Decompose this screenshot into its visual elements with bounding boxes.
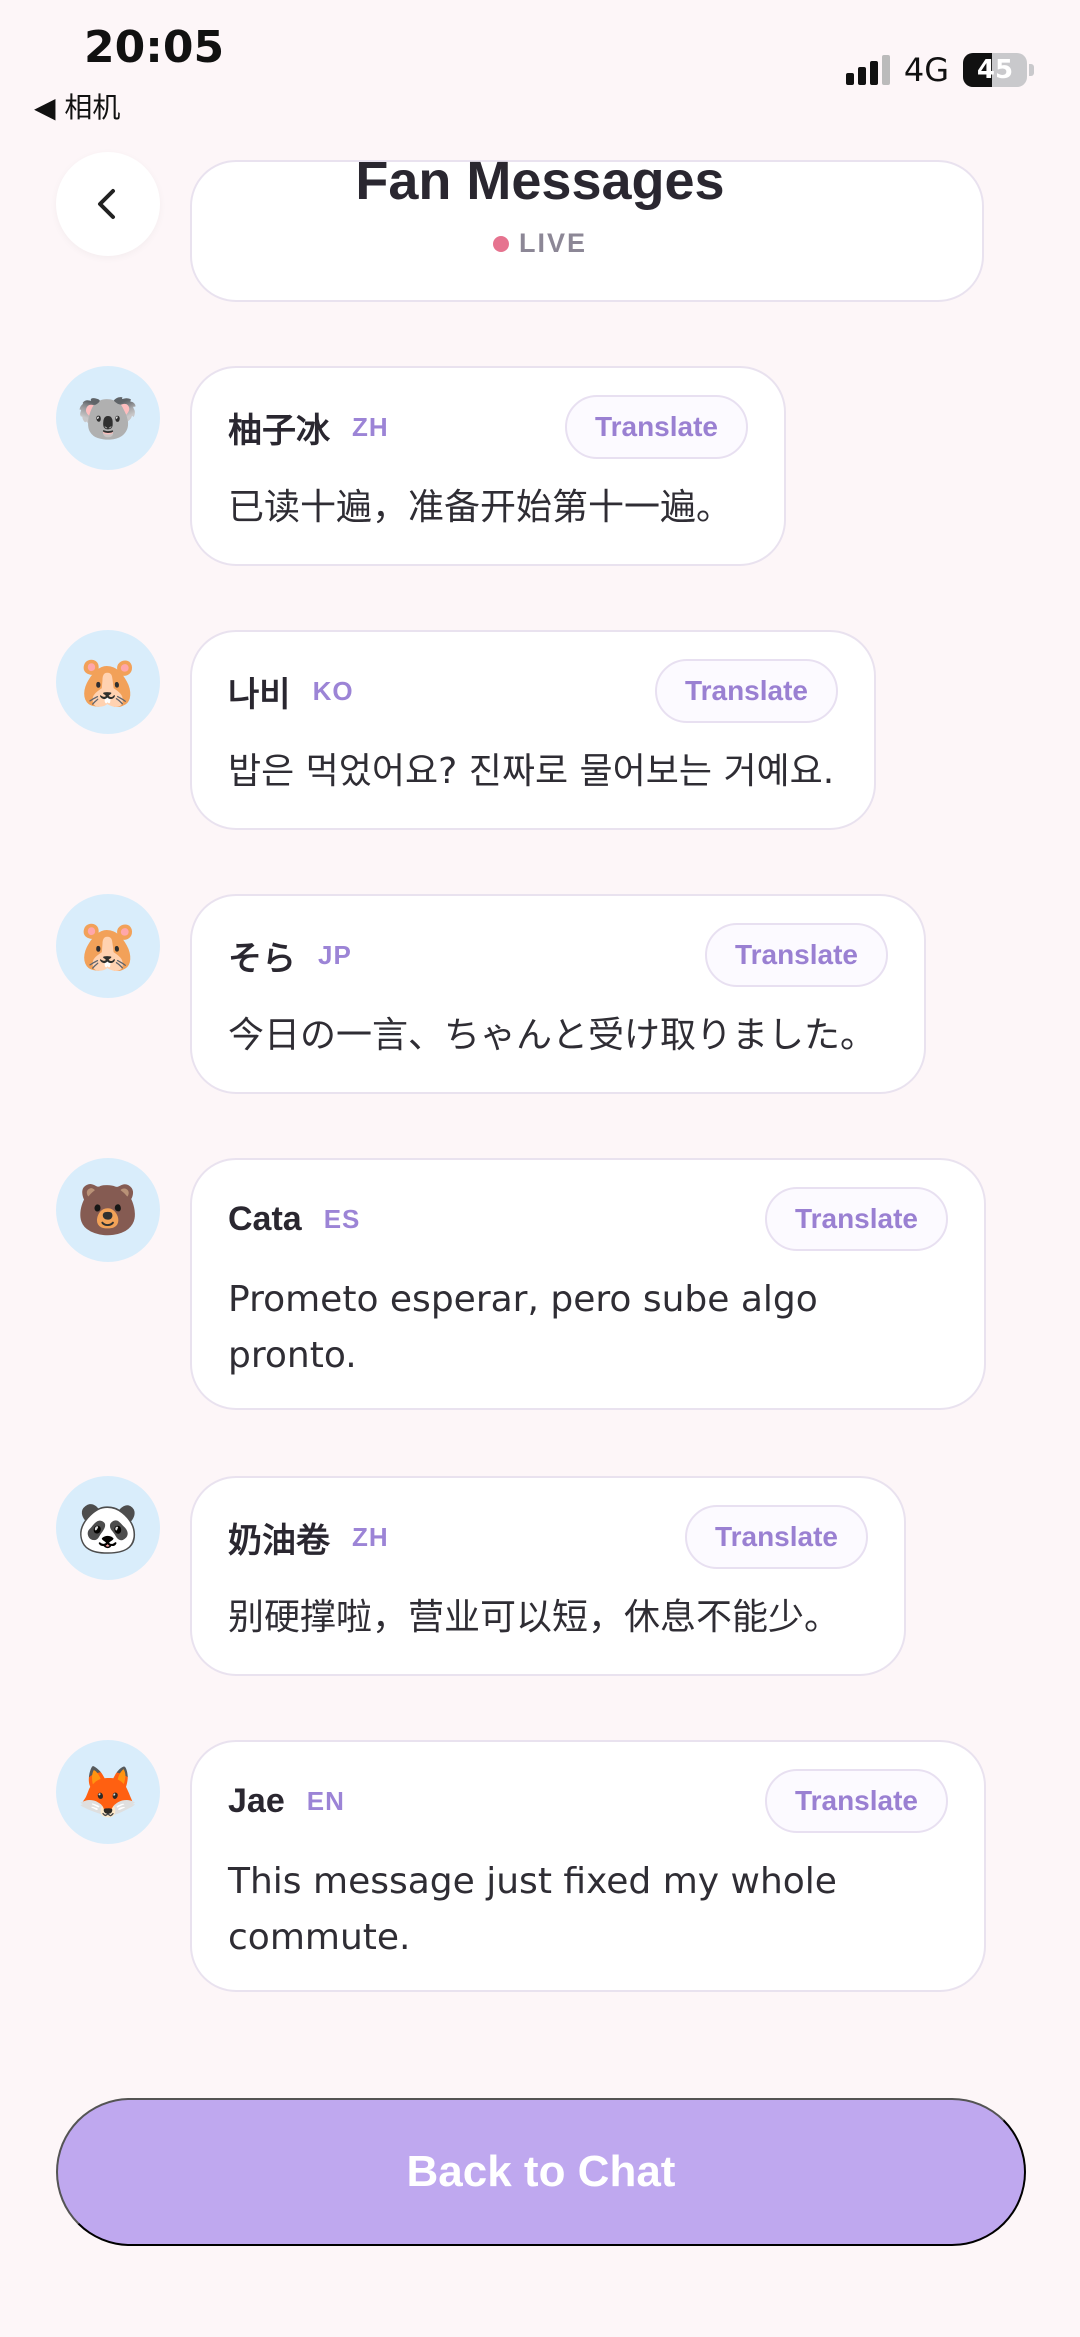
panda-icon[interactable]: 🐼 [56,1476,160,1580]
message-text: Prometo esperar, pero sube algo pronto. [228,1279,818,1376]
live-label: LIVE [518,228,587,258]
message-text: 已读十遍，准备开始第十一遍。 [228,487,733,528]
message-bubble: 柚子冰 ZH Translate 已读十遍，准备开始第十一遍。 [190,366,786,566]
live-dot-icon [492,235,509,252]
message-bubble: Jae EN Translate This message just fixed… [190,1740,986,1992]
message-bubble: 奶油卷 ZH Translate 别硬撑啦，营业可以短，休息不能少。 [190,1476,906,1676]
language-tag: ZH [352,411,389,442]
translate-button[interactable]: Translate [765,1187,948,1251]
message-bubble: Cata ES Translate Prometo esperar, pero … [190,1158,986,1410]
language-tag: EN [306,1785,345,1816]
message-header: Jae EN Translate [228,1769,948,1833]
message-header: Cata ES Translate [228,1187,948,1251]
message-text: 밥은 먹었어요? 진짜로 물어보는 거예요. [228,751,835,792]
fox-icon[interactable]: 🦊 [56,1740,160,1844]
sender-name: 柚子冰 [228,411,330,450]
koala-icon[interactable]: 🐨 [56,366,160,470]
sender-name: 奶油卷 [228,1521,330,1560]
live-indicator: LIVE [0,228,1080,259]
message-header: 나비 KO Translate [228,659,838,723]
sender-name: Jae [228,1781,285,1820]
message-header: 奶油卷 ZH Translate [228,1505,868,1569]
message-text: This message just fixed my whole commute… [228,1861,837,1958]
page-title: Fan Messages [355,151,725,211]
message-header: 柚子冰 ZH Translate [228,395,748,459]
message-text: 今日の一言、ちゃんと受け取りました。 [228,1015,877,1056]
translate-button[interactable]: Translate [765,1769,948,1833]
message-text: 别硬撑啦，营业可以短，休息不能少。 [228,1597,841,1638]
sender-name: 나비 [228,675,291,714]
translate-button[interactable]: Translate [565,395,748,459]
language-tag: ZH [352,1521,389,1552]
language-tag: KO [312,675,354,706]
message-list[interactable]: 🐨 柚子冰 ZH Translate 已读十遍，准备开始第十一遍。 🐹 나비 K… [0,0,1080,2050]
sender-name: Cata [228,1199,302,1238]
language-tag: JP [318,939,352,970]
message-bubble: 나비 KO Translate 밥은 먹었어요? 진짜로 물어보는 거예요. [190,630,876,830]
hamster-icon[interactable]: 🐹 [56,894,160,998]
page-header: Fan Messages LIVE [0,130,1080,260]
bear-icon[interactable]: 🐻 [56,1158,160,1262]
message-header: そら JP Translate [228,923,888,987]
language-tag: ES [323,1203,361,1234]
message-bubble: そら JP Translate 今日の一言、ちゃんと受け取りました。 [190,894,926,1094]
translate-button[interactable]: Translate [685,1505,868,1569]
back-to-chat-button[interactable]: Back to Chat [56,2098,1026,2246]
sender-name: そら [228,939,296,978]
hamster-icon[interactable]: 🐹 [56,630,160,734]
translate-button[interactable]: Translate [655,659,838,723]
translate-button[interactable]: Translate [705,923,888,987]
